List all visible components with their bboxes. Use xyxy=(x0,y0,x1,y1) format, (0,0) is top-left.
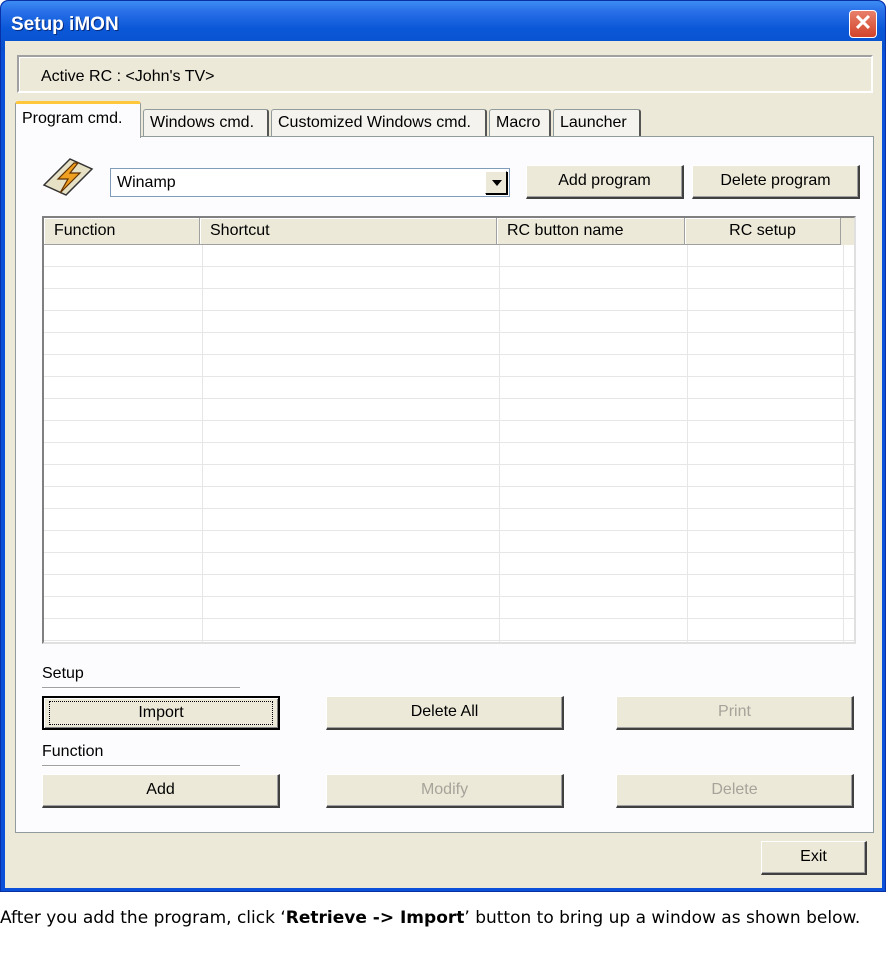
tab-launcher[interactable]: Launcher xyxy=(553,109,641,137)
table-row[interactable] xyxy=(44,333,854,355)
table-row[interactable] xyxy=(44,575,854,597)
setup-divider xyxy=(42,687,240,689)
delete-button[interactable]: Delete xyxy=(616,774,854,808)
table-row[interactable] xyxy=(44,509,854,531)
tab-windows-cmd[interactable]: Windows cmd. xyxy=(143,109,269,137)
table-row[interactable] xyxy=(44,531,854,553)
table-row[interactable] xyxy=(44,421,854,443)
table-row[interactable] xyxy=(44,619,854,641)
table-row[interactable] xyxy=(44,289,854,311)
command-list[interactable]: Function Shortcut RC button name RC setu… xyxy=(42,216,856,644)
tab-macro[interactable]: Macro xyxy=(489,109,551,137)
table-row[interactable] xyxy=(44,377,854,399)
exit-button[interactable]: Exit xyxy=(761,841,867,875)
column-header-rc-button-name[interactable]: RC button name xyxy=(497,218,685,245)
print-button[interactable]: Print xyxy=(616,696,854,730)
caption-bold: Retrieve -> Import xyxy=(285,908,465,928)
caption-after: ’ button to bring up a window as shown b… xyxy=(464,908,861,928)
table-row[interactable] xyxy=(44,245,854,267)
close-icon[interactable]: ✕ xyxy=(849,10,877,38)
program-select[interactable]: Winamp xyxy=(110,168,510,197)
setup-window: Setup iMON ✕ Active RC : <John's TV> Pro… xyxy=(0,0,886,892)
add-button[interactable]: Add xyxy=(42,774,280,808)
delete-program-button[interactable]: Delete program xyxy=(692,165,860,199)
tab-customized-windows-cmd[interactable]: Customized Windows cmd. xyxy=(271,109,487,137)
modify-button[interactable]: Modify xyxy=(326,774,564,808)
table-row[interactable] xyxy=(44,443,854,465)
table-row[interactable] xyxy=(44,487,854,509)
table-row[interactable] xyxy=(44,399,854,421)
caption-before: After you add the program, click ‘ xyxy=(0,908,286,928)
tab-program-cmd[interactable]: Program cmd. xyxy=(15,101,141,138)
program-cmd-panel: Winamp Add program Delete program Functi… xyxy=(15,136,874,833)
table-row[interactable] xyxy=(44,355,854,377)
delete-all-button[interactable]: Delete All xyxy=(326,696,564,730)
table-row[interactable] xyxy=(44,465,854,487)
caption-text: After you add the program, click ‘Retrie… xyxy=(0,901,886,936)
active-rc-label: Active RC : <John's TV> xyxy=(41,68,215,85)
table-row[interactable] xyxy=(44,267,854,289)
function-section-label: Function xyxy=(42,743,104,760)
column-header-function[interactable]: Function xyxy=(44,218,200,245)
table-row[interactable] xyxy=(44,553,854,575)
dialog-body: Active RC : <John's TV> Program cmd. Win… xyxy=(5,41,882,888)
window-title: Setup iMON xyxy=(11,14,119,35)
program-select-value: Winamp xyxy=(117,174,176,191)
list-header: Function Shortcut RC button name RC setu… xyxy=(44,218,854,245)
table-row[interactable] xyxy=(44,311,854,333)
column-header-rc-setup[interactable]: RC setup xyxy=(685,218,841,245)
chevron-down-icon[interactable] xyxy=(485,171,507,194)
add-program-button[interactable]: Add program xyxy=(526,165,684,199)
import-button-label: Import xyxy=(49,701,273,725)
table-row[interactable] xyxy=(44,597,854,619)
winamp-lightning-icon xyxy=(42,158,94,196)
function-divider xyxy=(42,765,240,767)
setup-section-label: Setup xyxy=(42,665,84,682)
active-rc-box: Active RC : <John's TV> xyxy=(17,55,873,93)
import-button[interactable]: Import xyxy=(42,696,280,730)
column-header-shortcut[interactable]: Shortcut xyxy=(200,218,497,245)
